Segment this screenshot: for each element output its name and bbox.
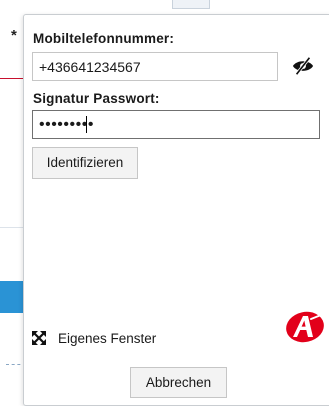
background-control [172,0,210,9]
signature-password-input[interactable] [32,110,320,139]
own-window-label[interactable]: Eigenes Fenster [58,331,156,346]
cancel-button[interactable]: Abbrechen [130,367,227,398]
background-divider [0,227,24,228]
signature-password-label: Signatur Passwort: [33,91,160,106]
identify-button[interactable]: Identifizieren [32,147,138,179]
eye-slash-icon[interactable] [292,56,314,76]
phone-number-label: Mobiltelefonnummer: [33,31,175,46]
expand-arrows-icon[interactable] [32,331,46,345]
signature-login-dialog: Mobiltelefonnummer: Signatur Passwort: I… [23,14,329,406]
text-cursor [86,116,87,133]
phone-number-input[interactable] [32,52,278,81]
a-trust-logo [286,311,324,343]
required-asterisk: * [11,27,17,44]
